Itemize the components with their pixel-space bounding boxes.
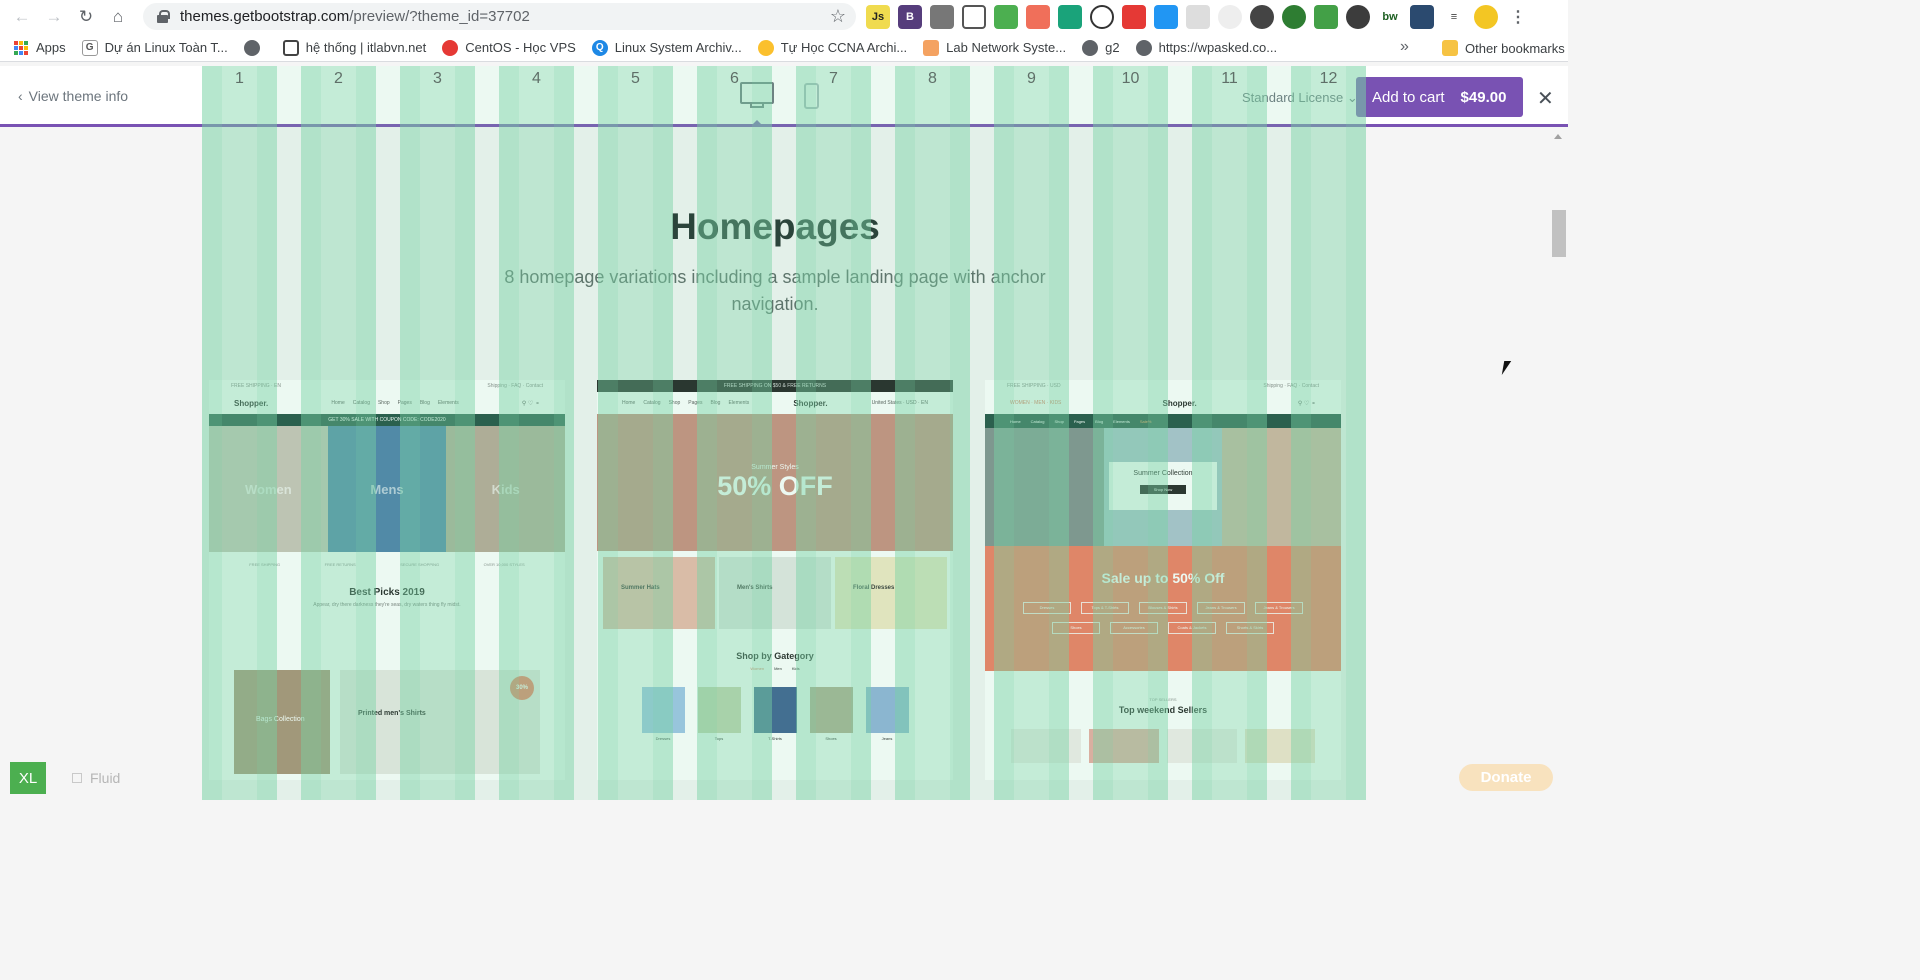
- url-path: /preview/?theme_id=37702: [349, 8, 530, 25]
- bookmark-label: hệ thống | itlabvn.net: [305, 40, 427, 55]
- screenshot-extension-icon[interactable]: [962, 5, 986, 29]
- moon-extension-icon[interactable]: [1250, 5, 1274, 29]
- home-icon[interactable]: ⌂: [102, 2, 134, 32]
- lock-icon: [157, 10, 170, 23]
- close-icon[interactable]: ✕: [1537, 86, 1554, 111]
- bookmark-linux-archive[interactable]: Q Linux System Archiv...: [584, 36, 750, 60]
- bookmark-label: Linux System Archiv...: [614, 40, 742, 55]
- bookmark-centos[interactable]: CentOS - Học VPS: [434, 36, 584, 60]
- circle-extension-icon[interactable]: [1090, 5, 1114, 29]
- q-icon: Q: [591, 39, 608, 56]
- network-icon: [923, 39, 940, 56]
- bookmark-label: g2: [1105, 40, 1120, 55]
- cisco-icon: [757, 39, 774, 56]
- profile-avatar[interactable]: [1474, 5, 1498, 29]
- bookmark-label: Tự Học CCNA Archi...: [780, 40, 908, 55]
- grid-overlay-background: [202, 66, 1366, 800]
- wordpress-extension-icon[interactable]: [1346, 5, 1370, 29]
- bookmark-apps[interactable]: Apps: [6, 36, 74, 60]
- clock-extension-icon[interactable]: [1218, 5, 1242, 29]
- browser-toolbar: ← → ↻ ⌂ themes.getbootstrap.com/preview/…: [0, 0, 1568, 34]
- bookmark-wpasked[interactable]: https://wpasked.co...: [1128, 36, 1286, 60]
- breakpoint-badge[interactable]: XL: [10, 762, 46, 794]
- bookmark-label: Dự án Linux Toàn T...: [104, 40, 228, 55]
- lines-extension-icon[interactable]: [1122, 5, 1146, 29]
- mail-extension-icon[interactable]: [994, 5, 1018, 29]
- shield-extension-icon[interactable]: [1314, 5, 1338, 29]
- g-icon: G: [81, 39, 98, 56]
- reload-icon[interactable]: ↻: [70, 2, 102, 32]
- add-to-cart-label: Add to cart: [1372, 88, 1445, 106]
- view-theme-info-link[interactable]: ‹ View theme info: [18, 88, 128, 104]
- monitor-icon: [282, 39, 299, 56]
- globe-extension-icon[interactable]: [1282, 5, 1306, 29]
- bookmark-g2[interactable]: g2: [1074, 36, 1127, 60]
- js-extension-icon[interactable]: Js: [866, 5, 890, 29]
- menu-kebab-icon[interactable]: ⋮: [1506, 5, 1530, 29]
- bookmark-label: Apps: [36, 40, 66, 55]
- bookmark-linux-project[interactable]: G Dự án Linux Toàn T...: [74, 36, 236, 60]
- url-host: themes.getbootstrap.com: [180, 8, 350, 25]
- fluid-label: Fluid: [90, 770, 121, 786]
- cloud-icon: [442, 39, 459, 56]
- drop-extension-icon[interactable]: [1154, 5, 1178, 29]
- bookmarks-bar: Apps G Dự án Linux Toàn T... hệ thống | …: [0, 34, 1568, 62]
- address-bar[interactable]: themes.getbootstrap.com/preview/?theme_i…: [143, 3, 856, 30]
- price: $49.00: [1460, 88, 1507, 106]
- view-info-label: View theme info: [28, 88, 129, 104]
- scrollbar-thumb[interactable]: [1552, 210, 1566, 257]
- bookmark-lab-network[interactable]: Lab Network Syste...: [915, 36, 1074, 60]
- bookmark-globe[interactable]: [236, 36, 275, 60]
- bootstrap-extension-icon[interactable]: B: [898, 5, 922, 29]
- gray-extension-icon[interactable]: [1186, 5, 1210, 29]
- globe-icon: [243, 39, 260, 56]
- fluid-checkbox[interactable]: [72, 773, 82, 783]
- bookmark-star-icon[interactable]: ☆: [830, 6, 846, 27]
- calendar-extension-icon[interactable]: [1026, 5, 1050, 29]
- extension-icons: Js B bw ≡ ⋮: [866, 5, 1530, 29]
- donate-button[interactable]: Donate: [1459, 764, 1553, 791]
- app-extension-icon[interactable]: [1410, 5, 1434, 29]
- bookmark-itlabvn[interactable]: hệ thống | itlabvn.net: [275, 36, 434, 60]
- back-icon[interactable]: ←: [6, 2, 38, 32]
- add-to-cart-button[interactable]: Add to cart $49.00: [1356, 77, 1523, 117]
- apps-grid-icon: [14, 40, 28, 55]
- folder-icon: [1442, 40, 1458, 56]
- chevron-left-icon: ‹: [18, 88, 23, 104]
- forward-icon[interactable]: →: [38, 2, 70, 32]
- bw-extension-icon[interactable]: bw: [1378, 5, 1402, 29]
- globe-icon: [1135, 39, 1152, 56]
- bookmark-ccna[interactable]: Tự Học CCNA Archi...: [750, 36, 915, 60]
- bookmark-label: Other bookmarks: [1465, 40, 1565, 56]
- bookmark-other[interactable]: Other bookmarks: [1434, 36, 1573, 60]
- barcode-extension-icon[interactable]: [930, 5, 954, 29]
- bookmarks-overflow-icon[interactable]: »: [1400, 38, 1409, 56]
- bookmark-label: CentOS - Học VPS: [465, 40, 576, 55]
- globe-icon: [1082, 39, 1099, 56]
- bookmark-label: Lab Network Syste...: [946, 40, 1067, 55]
- bookmark-label: https://wpasked.co...: [1158, 40, 1278, 55]
- fluid-toggle[interactable]: Fluid: [72, 770, 120, 786]
- bird-extension-icon[interactable]: [1058, 5, 1082, 29]
- playlist-icon[interactable]: ≡: [1442, 5, 1466, 29]
- scroll-up-arrow-icon[interactable]: [1554, 134, 1562, 139]
